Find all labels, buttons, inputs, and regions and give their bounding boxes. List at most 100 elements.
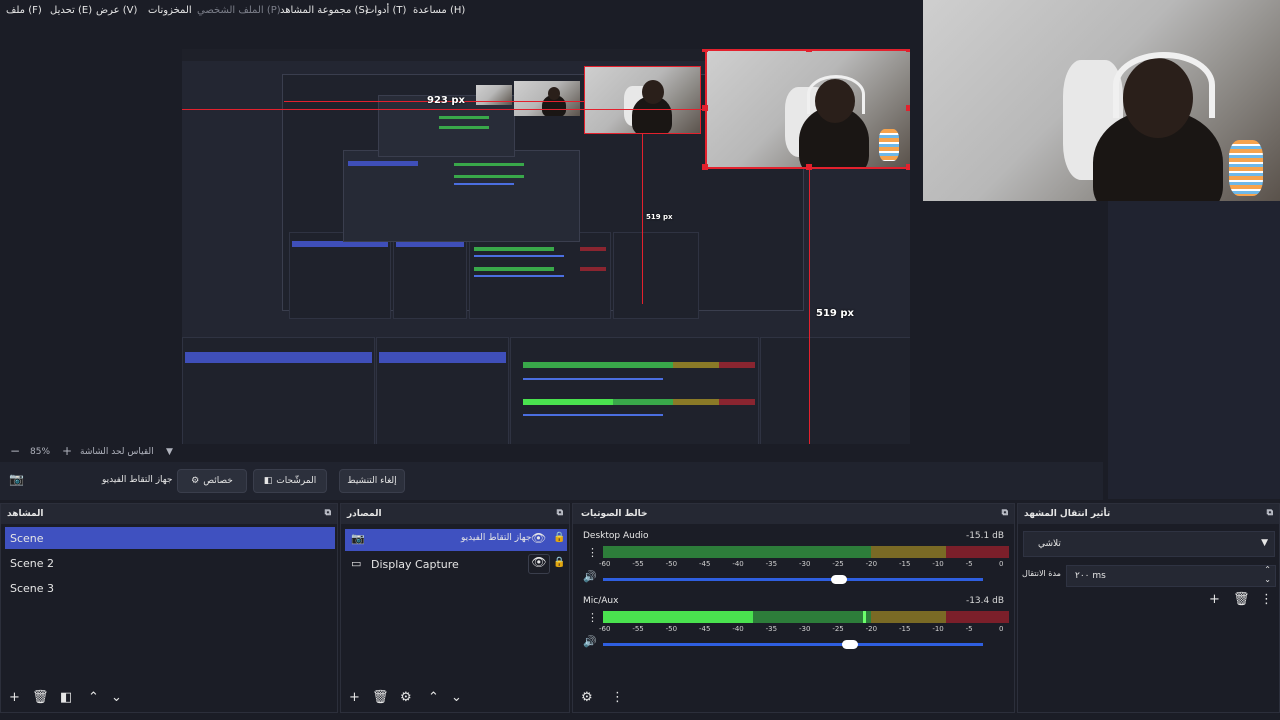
filters-button[interactable]: ◧ المرشّحات [253,469,327,493]
audio-mixer-dock: خالط الصوتيات ⧉ Desktop Audio -15.1 dB ⋮… [572,503,1015,713]
zoom-out-button[interactable]: − [10,444,20,458]
meter-scale: -60 -55 -50 -45 -40 -35 -30 -25 -20 -15 -10 -5 0 [599,560,1009,570]
transition-select[interactable]: تلاشي ▼ [1023,531,1275,557]
undock-icon[interactable]: ⧉ [557,508,563,518]
scene-item[interactable]: Scene [5,527,335,549]
undock-icon[interactable]: ⧉ [1002,508,1008,518]
menu-profile[interactable]: الملف الشخصي (P) [197,5,281,16]
properties-button[interactable]: ⚙ خصائص [177,469,247,493]
lock-icon[interactable]: 🔒 [553,557,565,568]
add-icon[interactable]: + [349,690,360,705]
nested-webcam-4 [476,85,512,105]
distance-guide-bottom [809,169,810,461]
gear-icon[interactable]: ⚙ [400,690,412,705]
nested-selection-box [584,66,701,134]
menu-edit[interactable]: تحديل (E) [50,5,92,16]
distance-label-small: 519 px [646,213,673,221]
camera-icon: 📷 [351,532,365,545]
filter-icon[interactable]: ◧ [60,690,72,705]
nested-sources-l1 [376,337,509,461]
volume-slider[interactable] [603,643,983,646]
more-options-icon[interactable]: ⋮ [611,690,624,705]
more-options-icon[interactable]: ⋮ [587,611,598,624]
gear-icon[interactable]: ⚙ [581,690,593,705]
nested-scenes-l1 [182,337,375,461]
meter-tick-label: -15 [899,625,911,633]
more-options-icon[interactable]: ⋮ [587,546,598,559]
source-item[interactable]: 📷 جهاز التقاط الفيديو 👁 🔒 [345,529,567,551]
channel-name: Mic/Aux [583,596,619,606]
meter-tick-label: -55 [632,560,644,568]
volume-slider-handle[interactable] [831,575,847,584]
nested-sources-panel [393,232,467,319]
source-item[interactable]: ▭ Display Capture 👁 🔒 [345,554,567,576]
meter-tick-label: -25 [832,560,844,568]
volume-meter [603,546,1009,558]
scene-item[interactable]: Scene 2 [5,552,335,574]
meter-tick-label: -10 [932,560,944,568]
more-options-icon[interactable]: ⋮ [1260,592,1273,607]
sources-dock-title: المصادر ⧉ [341,504,569,524]
menu-scene-collection[interactable]: مجموعة المشاهد (S) [280,5,369,16]
chevron-up-icon[interactable]: ⌃ [428,690,439,705]
zoom-fit-label[interactable]: القياس لحد الشاشة [80,447,154,457]
zoom-in-button[interactable]: + [62,444,72,458]
meter-tick-label: -20 [865,560,878,568]
chevron-up-icon[interactable]: ⌃ [88,690,99,705]
trash-icon[interactable]: 🗑 [372,690,389,705]
undock-icon[interactable]: ⧉ [325,508,331,518]
chevron-down-icon[interactable]: ⌄ [451,690,462,705]
meter-tick-label: -45 [699,625,711,633]
meter-tick-label: -30 [799,560,811,568]
preview-canvas[interactable]: 923 px 519 px 519 px [182,49,910,461]
chevron-down-icon[interactable]: ⌄ [111,690,122,705]
sources-dock: المصادر ⧉ 📷 جهاز التقاط الفيديو 👁 🔒 ▭ Di… [340,503,570,713]
mixer-toolbar: ⚙ ⋮ [573,686,1014,712]
lock-icon[interactable]: 🔒 [553,532,565,543]
add-icon[interactable]: + [1209,592,1220,607]
camera-icon: 📷 [9,472,24,486]
scene-item[interactable]: Scene 3 [5,577,335,599]
menu-file[interactable]: ملف (F) [6,5,42,16]
eye-icon[interactable]: 👁 [531,531,546,545]
deactivate-button[interactable]: إلغاء التنشيط [339,469,405,493]
trash-icon[interactable]: 🗑 [32,690,49,705]
scenes-dock: المشاهد ⧉ Scene Scene 2 Scene 3 + 🗑 ◧ ⌃ … [0,503,338,713]
volume-slider[interactable] [603,578,983,581]
zoom-dropdown-icon[interactable]: ▼ [166,447,173,457]
undock-icon[interactable]: ⧉ [1267,508,1273,518]
monitor-icon: ▭ [351,557,362,570]
trash-icon[interactable]: 🗑 [1233,592,1250,607]
speaker-icon[interactable]: 🔊 [583,570,597,583]
meter-tick-label: -35 [765,625,778,633]
duration-input[interactable]: ٢٠٠ ms ⌃ ⌄ [1066,565,1276,587]
add-icon[interactable]: + [9,690,20,705]
menu-help[interactable]: مساعدة (H) [413,5,465,16]
distance-label-bottom: 519 px [816,308,854,319]
speaker-icon[interactable]: 🔊 [583,635,597,648]
scenes-toolbar: + 🗑 ◧ ⌃ ⌄ [1,686,337,712]
volume-slider-handle[interactable] [842,640,859,649]
zoom-bar: − 85% + القياس لحد الشاشة ▼ [0,444,1090,462]
zoom-value: 85% [30,447,51,457]
duration-label: مدة الانتقال [1022,569,1061,578]
scene-transitions-dock: تأثير انتقال المشهد ⧉ تلاشي ▼ مدة الانتق… [1017,503,1280,713]
distance-label-left: 923 px [427,95,465,106]
nested-scenes-panel [289,232,391,319]
meter-tick-label: -40 [732,625,744,633]
stepper-icon[interactable]: ⌃ ⌄ [1264,565,1271,585]
eye-icon[interactable]: 👁 [528,554,550,574]
nested-preview-3 [343,150,580,242]
menu-view[interactable]: عرض (V) [96,5,137,16]
meter-tick-label: -5 [965,560,973,568]
meter-tick-label: -10 [932,625,944,633]
meter-tick-label: -50 [665,560,678,568]
source-selection-box[interactable] [705,49,910,169]
menu-docks[interactable]: المخزونات [148,5,192,16]
menu-tools[interactable]: أدوات (T) [365,5,406,16]
channel-name: Desktop Audio [583,531,649,541]
meter-tick-label: -45 [699,560,711,568]
nested-transitions-l1 [760,337,910,461]
meter-tick-label: -35 [765,560,778,568]
filter-icon: ◧ [263,476,273,486]
